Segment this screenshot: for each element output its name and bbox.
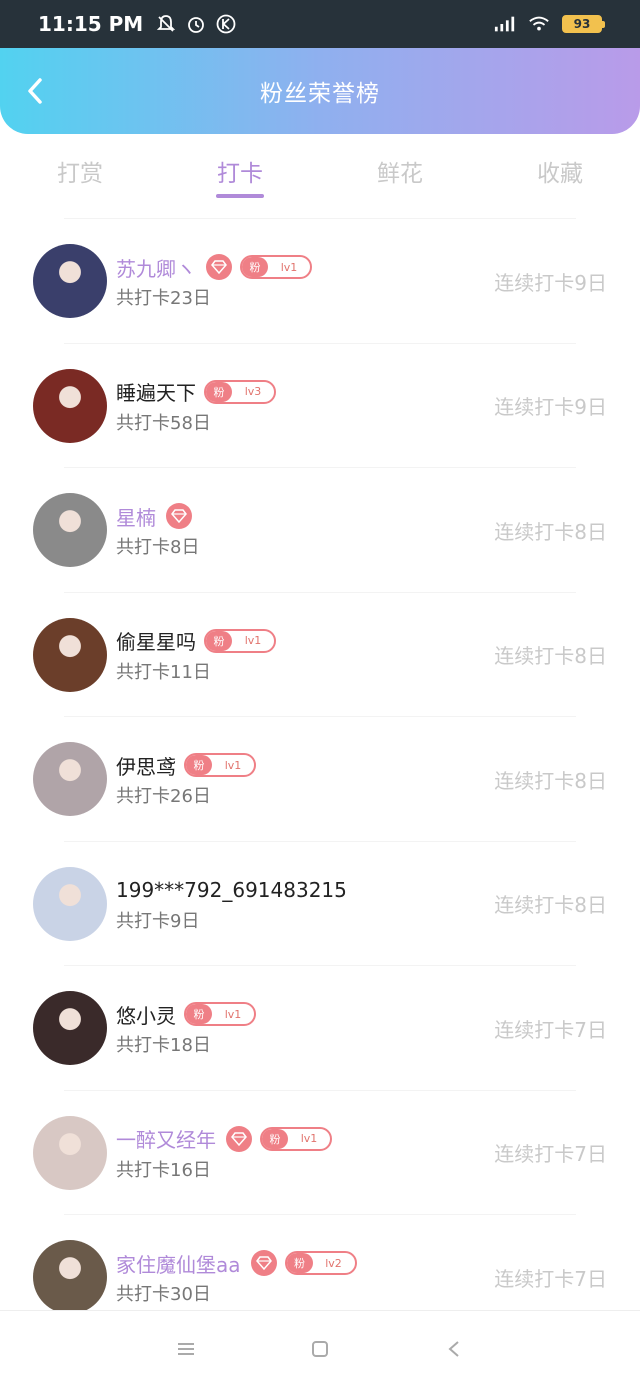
fan-level-badge: 粉 lv2 (284, 1251, 357, 1275)
fan-label: 粉 (242, 257, 268, 277)
list-item[interactable]: 睡遍天下粉 lv3 共打卡58日 连续打卡9日 (33, 342, 607, 468)
tab-favorites[interactable]: 收藏 (480, 140, 640, 202)
checkin-streak: 连续打卡9日 (494, 270, 607, 295)
checkin-streak: 连续打卡7日 (494, 1017, 607, 1042)
list-item[interactable]: 苏九卿ヽ 粉 lv1 共打卡23日 连续打卡9日 (33, 218, 607, 343)
home-square-icon[interactable] (253, 1329, 387, 1369)
list-item[interactable]: 199***792_691483215 共打卡9日 连续打卡8日 (33, 840, 607, 966)
avatar[interactable] (33, 617, 107, 692)
alarm-icon (185, 13, 207, 35)
chevron-left-icon (28, 78, 42, 104)
back-triangle-icon[interactable] (387, 1329, 521, 1369)
total-checkins: 共打卡16日 (116, 1159, 211, 1181)
wifi-icon (528, 13, 550, 35)
status-time: 11:15 PM (38, 12, 144, 36)
avatar[interactable] (33, 991, 107, 1065)
fan-level-badge: 粉 lv1 (260, 1126, 332, 1151)
list-item[interactable]: 伊思鸢粉 lv1 共打卡26日 连续打卡8日 (33, 716, 607, 841)
user-name: 一醉又经年 (116, 1128, 216, 1152)
battery-icon: 93 (562, 15, 605, 33)
fan-label: 粉 (186, 1004, 212, 1024)
checkin-streak: 连续打卡8日 (494, 519, 607, 544)
avatar[interactable] (33, 742, 107, 816)
list-item[interactable]: 偷星星吗粉 lv1 共打卡11日 连续打卡8日 (33, 591, 607, 717)
checkin-streak: 连续打卡8日 (494, 644, 607, 668)
tab-flowers[interactable]: 鲜花 (320, 140, 480, 202)
fan-level-badge: 粉 lv1 (184, 1002, 256, 1026)
avatar[interactable] (33, 244, 107, 318)
fan-label: 粉 (206, 381, 232, 402)
list-item[interactable]: 一醉又经年 粉 lv1 共打卡16日 连续打卡7日 (33, 1089, 607, 1215)
checkin-streak: 连续打卡8日 (494, 893, 607, 917)
tab-bar: 打赏 打卡 鲜花 收藏 (0, 140, 640, 202)
level-label: lv1 (280, 260, 298, 274)
user-name: 悠小灵 (116, 1003, 176, 1028)
diamond-icon (166, 503, 192, 529)
diamond-icon (206, 254, 232, 280)
fan-level-badge: 粉 lv1 (240, 255, 312, 279)
level-label: lv1 (224, 758, 242, 772)
total-checkins: 共打卡18日 (116, 1035, 211, 1056)
avatar[interactable] (33, 493, 107, 567)
bell-off-icon (155, 13, 177, 35)
signal-icon (494, 13, 516, 35)
total-checkins: 共打卡8日 (116, 537, 200, 558)
fan-list: 苏九卿ヽ粉 lv1 共打卡23日 连续打卡9日 睡遍天下粉 lv3 共打卡58日 连续打卡9日… (0, 218, 640, 1339)
user-name: 199***792_691483215 (116, 877, 347, 902)
menu-icon[interactable] (119, 1329, 253, 1369)
level-label: lv1 (224, 1007, 242, 1021)
k-icon (215, 13, 237, 35)
level-label: lv3 (244, 385, 262, 398)
avatar[interactable] (33, 368, 107, 443)
checkin-streak: 连续打卡9日 (494, 395, 607, 419)
tab-reward[interactable]: 打赏 (0, 140, 160, 202)
fan-label: 粉 (262, 1128, 288, 1149)
fan-label: 粉 (186, 755, 212, 775)
total-checkins: 共打卡26日 (116, 786, 211, 807)
page-title: 粉丝荣誉榜 (260, 81, 380, 107)
checkin-streak: 连续打卡7日 (494, 1142, 607, 1166)
list-item[interactable]: 悠小灵粉 lv1 共打卡18日 连续打卡7日 (33, 965, 607, 1090)
total-checkins: 共打卡23日 (116, 288, 211, 309)
tab-checkin[interactable]: 打卡 (160, 140, 320, 202)
total-checkins: 共打卡58日 (116, 412, 211, 434)
system-nav-bar (0, 1310, 640, 1387)
diamond-icon (226, 1125, 252, 1152)
user-name: 偷星星吗 (116, 630, 196, 654)
total-checkins: 共打卡30日 (116, 1284, 211, 1305)
user-name: 苏九卿ヽ (116, 256, 196, 281)
user-name: 伊思鸢 (116, 754, 176, 779)
avatar[interactable] (33, 866, 107, 941)
user-name: 星楠 (116, 505, 156, 530)
level-label: lv1 (244, 634, 262, 647)
fan-level-badge: 粉 lv3 (204, 379, 276, 404)
user-name: 家住魔仙堡aa (116, 1252, 241, 1277)
diamond-icon (250, 1250, 277, 1276)
checkin-streak: 连续打卡8日 (494, 768, 607, 793)
list-item[interactable]: 星楠共打卡8日 连续打卡8日 (33, 467, 607, 592)
total-checkins: 共打卡9日 (116, 910, 200, 932)
fan-level-badge: 粉 lv1 (204, 628, 276, 653)
total-checkins: 共打卡11日 (116, 661, 211, 683)
user-name: 睡遍天下 (116, 381, 196, 405)
avatar[interactable] (33, 1240, 107, 1314)
checkin-streak: 连续打卡7日 (494, 1266, 607, 1291)
level-label: lv1 (300, 1132, 318, 1145)
fan-label: 粉 (286, 1253, 313, 1273)
status-bar: 11:15 PM 93 (0, 0, 640, 48)
fan-level-badge: 粉 lv1 (184, 753, 256, 777)
back-button[interactable] (18, 74, 52, 108)
level-label: lv2 (325, 1256, 342, 1270)
fan-label: 粉 (206, 630, 232, 651)
avatar[interactable] (33, 1115, 107, 1190)
app-header: 粉丝荣誉榜 (0, 48, 640, 134)
